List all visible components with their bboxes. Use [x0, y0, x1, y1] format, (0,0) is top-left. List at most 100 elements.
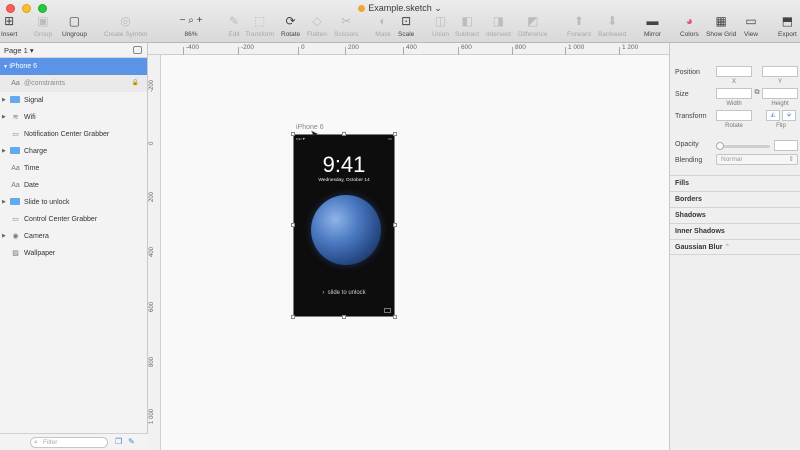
canvas[interactable]: -400 -200 0 200 400 600 800 1 000 1 200 -200 0 200…: [148, 43, 669, 450]
opacity-field[interactable]: [774, 140, 798, 151]
toolbar-label: Edit: [228, 31, 240, 38]
layer-name: Camera: [24, 233, 49, 240]
chevron-updown-icon: ⇕: [788, 156, 794, 163]
toolbar-colors-button[interactable]: ◕ Colors: [680, 14, 699, 38]
toolbar-label: Ungroup: [62, 31, 87, 38]
vertical-ruler[interactable]: -200 0 200 400 600 800 1 000: [148, 55, 161, 450]
layer-row[interactable]: ▶ ≋ Wifi: [0, 109, 147, 126]
resize-handle-bottom-right[interactable]: [393, 315, 397, 319]
union-icon: ◫: [434, 14, 447, 28]
layer-filter-input[interactable]: Filter: [30, 437, 108, 448]
toolbar-rotate-button[interactable]: ⟳ Rotate: [281, 14, 300, 38]
ungroup-icon: ▢: [68, 14, 81, 28]
toolbar-union-button[interactable]: ◫ Union: [432, 14, 449, 38]
position-y-field[interactable]: [762, 66, 798, 77]
lock-screen-time: 9:41: [322, 152, 366, 177]
flip-vertical-icon[interactable]: ⬙: [782, 110, 796, 121]
edit-pen-icon[interactable]: ✎: [128, 437, 135, 446]
fills-section[interactable]: Fills: [670, 175, 800, 191]
disclosure-triangle-icon[interactable]: ▶: [2, 228, 6, 245]
gaussian-blur-section[interactable]: Gaussian Blur ⌃: [670, 239, 800, 255]
toolbar-scale-button[interactable]: ⊡ Scale: [398, 14, 414, 38]
shadows-section[interactable]: Shadows: [670, 207, 800, 223]
toolbar-view-button[interactable]: ▭ View: [743, 14, 759, 38]
toolbar-intersect-button[interactable]: ◨ Intersect: [486, 14, 511, 38]
subtract-icon: ◧: [461, 14, 473, 28]
layer-row[interactable]: ▶ Slide to unlock: [0, 194, 147, 211]
resize-handle-bottom-left[interactable]: [291, 315, 295, 319]
layer-row[interactable]: Aa Time: [0, 160, 147, 177]
duplicate-icon[interactable]: ❐: [115, 437, 122, 446]
resize-handle-left[interactable]: [291, 223, 295, 227]
lock-icon[interactable]: 🔒: [132, 75, 139, 92]
toolbar-group-button[interactable]: ▣ Group: [34, 14, 52, 38]
toolbar-label: Export: [778, 31, 797, 38]
toolbar-forward-button[interactable]: ⬆ Forward: [567, 14, 591, 38]
layer-row[interactable]: ▶ ◉ Camera: [0, 228, 147, 245]
toolbar-transform-button[interactable]: ⬚ Transform: [245, 14, 274, 38]
disclosure-triangle-icon[interactable]: ▶: [2, 92, 6, 109]
ruler-tick: [512, 47, 513, 55]
rotate-field[interactable]: [716, 110, 752, 121]
layer-row[interactable]: ▼ iPhone 6: [0, 58, 147, 75]
ruler-label: 0: [301, 44, 305, 51]
camera-layer-icon: ◉: [12, 233, 19, 240]
position-x-field[interactable]: [716, 66, 752, 77]
toolbar-difference-button[interactable]: ◩ Difference: [518, 14, 548, 38]
horizontal-ruler[interactable]: -400 -200 0 200 400 600 800 1 000 1 200: [148, 43, 669, 55]
toolbar-symbol-button[interactable]: ◎ Create Symbol: [104, 14, 147, 38]
resize-handle-top-right[interactable]: [393, 132, 397, 136]
iphone-artboard[interactable]: •••• ▾ ▭ 9:41 Wednesday, October 14 › sl…: [291, 132, 397, 319]
toolbar-ungroup-button[interactable]: ▢ Ungroup: [62, 14, 87, 38]
ruler-tick: [565, 47, 566, 55]
opacity-slider-knob[interactable]: [716, 142, 724, 150]
toolbar-mirror-button[interactable]: ▬ Mirror: [644, 14, 661, 38]
disclosure-triangle-icon[interactable]: ▶: [2, 109, 6, 126]
layer-row[interactable]: ▭ Notification Center Grabber: [0, 126, 147, 143]
toolbar-edit-button[interactable]: ✎ Edit: [226, 14, 242, 38]
lock-ratio-icon[interactable]: ⧉: [753, 89, 761, 97]
opacity-slider[interactable]: [716, 142, 770, 150]
layer-name: Wallpaper: [24, 250, 56, 257]
resize-handle-right[interactable]: [393, 223, 397, 227]
wifi-layer-icon: ≋: [12, 114, 19, 121]
flip-horizontal-icon[interactable]: ◭: [766, 110, 780, 121]
pages-toggle-icon[interactable]: [133, 46, 142, 54]
inner-shadows-section[interactable]: Inner Shadows: [670, 223, 800, 239]
layer-row[interactable]: Aa @constraints 🔒: [0, 75, 147, 92]
transform-label: Transform: [675, 113, 707, 120]
ruler-tick: [619, 47, 620, 55]
window-title: Example.sketch ⌄: [0, 3, 800, 14]
height-field[interactable]: [762, 88, 798, 99]
layer-row[interactable]: ▭ Control Center Grabber: [0, 211, 147, 228]
toolbar-plus-button[interactable]: ⊞ Insert: [1, 14, 17, 38]
blending-select[interactable]: Normal ⇕: [716, 154, 798, 165]
layer-row[interactable]: ▶ Charge: [0, 143, 147, 160]
mouse-cursor-icon: ➤: [310, 129, 319, 140]
layers-footer: Filter ❐ ✎: [0, 433, 148, 450]
toolbar-subtract-button[interactable]: ◧ Subtract: [455, 14, 479, 38]
layer-row[interactable]: ▨ Wallpaper: [0, 245, 147, 262]
text-layer-icon: Aa: [11, 182, 20, 189]
toolbar-label: Forward: [567, 31, 591, 38]
borders-section[interactable]: Borders: [670, 191, 800, 207]
toolbar-export-button[interactable]: ⬒ Export: [778, 14, 797, 38]
toolbar-label: Scissors: [334, 31, 359, 38]
layer-row[interactable]: Aa Date: [0, 177, 147, 194]
disclosure-triangle-icon[interactable]: ▶: [2, 143, 6, 160]
toolbar-grid-button[interactable]: ▦ Show Grid: [706, 14, 736, 38]
resize-handle-top-left[interactable]: [291, 132, 295, 136]
layer-row[interactable]: ▶ Signal: [0, 92, 147, 109]
disclosure-triangle-icon[interactable]: ▶: [2, 194, 6, 211]
width-field[interactable]: [716, 88, 752, 99]
toolbar-zoom-button[interactable]: − ⌕ + 86%: [174, 14, 208, 38]
toolbar-flatten-button[interactable]: ◇ Flatten: [307, 14, 327, 38]
toolbar-scissors-button[interactable]: ✂ Scissors: [334, 14, 359, 38]
resize-handle-top[interactable]: [342, 132, 346, 136]
toolbar-mask-button[interactable]: ◐ Mask: [375, 14, 391, 38]
layer-name: iPhone 6: [9, 63, 37, 70]
page-selector[interactable]: Page 1 ▾: [0, 43, 147, 58]
ruler-label: 600: [461, 44, 472, 51]
resize-handle-bottom[interactable]: [342, 315, 346, 319]
toolbar-backward-button[interactable]: ⬇ Backward: [598, 14, 627, 38]
